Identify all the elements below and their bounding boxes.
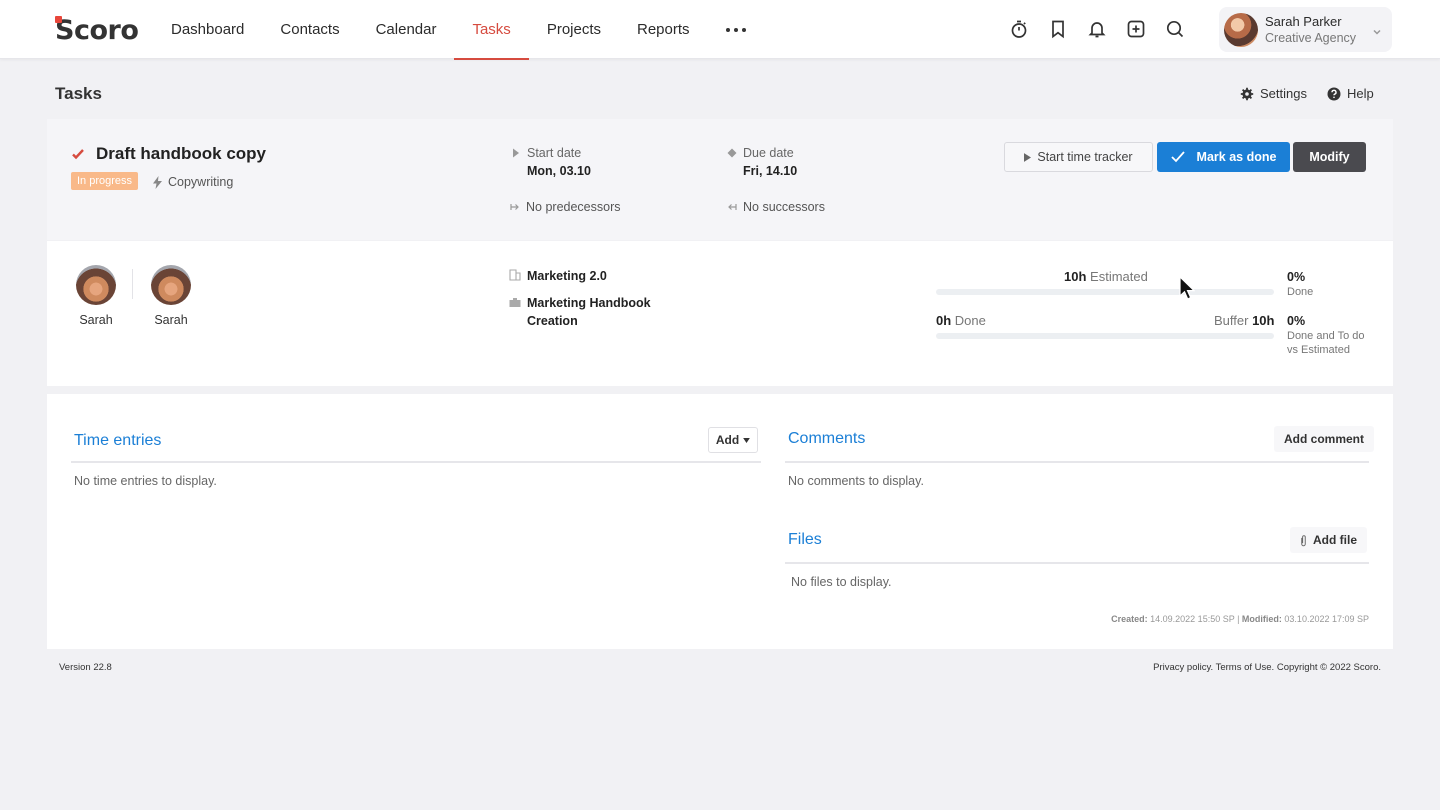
time-entries-empty: No time entries to display.: [74, 474, 217, 488]
nav-calendar[interactable]: Calendar: [358, 0, 455, 59]
building-icon: [509, 269, 521, 281]
estimated-hours: 10h Estimated: [1064, 269, 1148, 284]
predecessors[interactable]: No predecessors: [510, 200, 621, 214]
assignee[interactable]: Sarah: [150, 265, 192, 327]
more-menu-icon[interactable]: [708, 0, 764, 59]
task-header: Draft handbook copy In progress Copywrit…: [47, 119, 1393, 240]
top-navigation-bar: Scoro Dashboard Contacts Calendar Tasks …: [0, 0, 1440, 60]
avatar: [76, 265, 116, 305]
user-name: Sarah Parker: [1265, 13, 1342, 29]
page-title: Tasks: [55, 84, 102, 103]
comments-empty: No comments to display.: [788, 474, 924, 488]
bookmark-icon[interactable]: [1047, 16, 1069, 42]
scoro-logo[interactable]: Scoro: [55, 15, 139, 46]
legal-links[interactable]: Privacy policy. Terms of Use. Copyright …: [1153, 662, 1381, 673]
chevron-down-icon: [1372, 24, 1382, 35]
files-title: Files: [788, 531, 822, 548]
add-time-entry-button[interactable]: Add: [708, 427, 758, 453]
checkmark-icon: [72, 149, 84, 160]
todo-percent: 0%: [1287, 314, 1306, 328]
help-link[interactable]: Help: [1327, 86, 1374, 101]
audit-info: Created: 14.09.2022 15:50 SP | Modified:…: [1111, 614, 1369, 624]
successors[interactable]: No successors: [727, 200, 825, 214]
time-entries-title: Time entries: [74, 432, 162, 449]
avatar: [151, 265, 191, 305]
play-small-icon: [513, 148, 519, 158]
mouse-cursor-icon: [1179, 276, 1195, 300]
mark-as-done-button[interactable]: Mark as done: [1157, 142, 1290, 172]
done-hours: 0h Done: [936, 313, 986, 328]
successor-arrow-icon: [728, 204, 737, 210]
avatar: [1224, 12, 1258, 47]
predecessor-arrow-icon: [510, 204, 519, 210]
divider: [132, 269, 133, 299]
buffer-hours: Buffer 10h: [1214, 313, 1275, 328]
caret-down-icon: [743, 437, 750, 443]
paperclip-icon: [1301, 534, 1306, 546]
divider: [785, 461, 1369, 463]
nav-projects[interactable]: Projects: [529, 0, 619, 59]
done-percent: 0%: [1287, 270, 1306, 284]
search-icon[interactable]: [1164, 16, 1186, 42]
done-percent-label: Done: [1287, 286, 1314, 298]
task-category: Copywriting: [153, 175, 233, 189]
files-empty: No files to display.: [791, 575, 892, 589]
version-label: Version 22.8: [59, 662, 112, 673]
top-icon-group: [1008, 16, 1186, 42]
start-time-tracker-button[interactable]: Start time tracker: [1004, 142, 1153, 172]
briefcase-icon: [509, 298, 521, 307]
nav-reports[interactable]: Reports: [619, 0, 708, 59]
divider: [71, 461, 761, 463]
status-badge: In progress: [71, 172, 139, 190]
play-icon: [1024, 152, 1032, 162]
lightning-icon: [153, 175, 162, 189]
nav-tasks[interactable]: Tasks: [454, 0, 530, 60]
help-icon: [1327, 87, 1341, 100]
add-new-icon[interactable]: [1125, 16, 1147, 42]
main-nav: Dashboard Contacts Calendar Tasks Projec…: [153, 0, 764, 60]
modify-button[interactable]: Modify: [1293, 142, 1366, 172]
gear-icon: [1240, 87, 1254, 100]
settings-link[interactable]: Settings: [1240, 86, 1307, 101]
bell-icon[interactable]: [1086, 16, 1108, 42]
comments-title: Comments: [788, 430, 866, 447]
user-menu[interactable]: Sarah Parker Creative Agency: [1219, 7, 1392, 52]
add-comment-button[interactable]: Add comment: [1274, 426, 1375, 452]
done-progress-bar: [936, 289, 1274, 295]
nav-dashboard[interactable]: Dashboard: [153, 0, 262, 59]
assignee[interactable]: Sarah: [75, 265, 117, 327]
diamond-icon: [727, 148, 737, 158]
todo-progress-bar: [936, 333, 1274, 339]
task-title: Draft handbook copy: [96, 144, 267, 163]
todo-percent-label: Done and To do vs Estimated: [1287, 330, 1365, 356]
task-details: Sarah Sarah Marketing 2.0 Marketing Hand…: [47, 241, 1393, 386]
user-company: Creative Agency: [1265, 30, 1357, 45]
start-date: Start date Mon, 03.10: [511, 146, 591, 178]
project-phase-link[interactable]: Marketing Handbook Creation: [509, 294, 667, 330]
add-file-button[interactable]: Add file: [1290, 527, 1367, 553]
due-date: Due date Fri, 14.10: [727, 146, 797, 178]
stopwatch-icon[interactable]: [1008, 16, 1030, 42]
task-activity: Time entries Add No time entries to disp…: [47, 394, 1393, 649]
check-icon: [1170, 151, 1185, 163]
nav-contacts[interactable]: Contacts: [262, 0, 357, 59]
project-link[interactable]: Marketing 2.0: [509, 267, 607, 285]
divider: [785, 562, 1369, 564]
